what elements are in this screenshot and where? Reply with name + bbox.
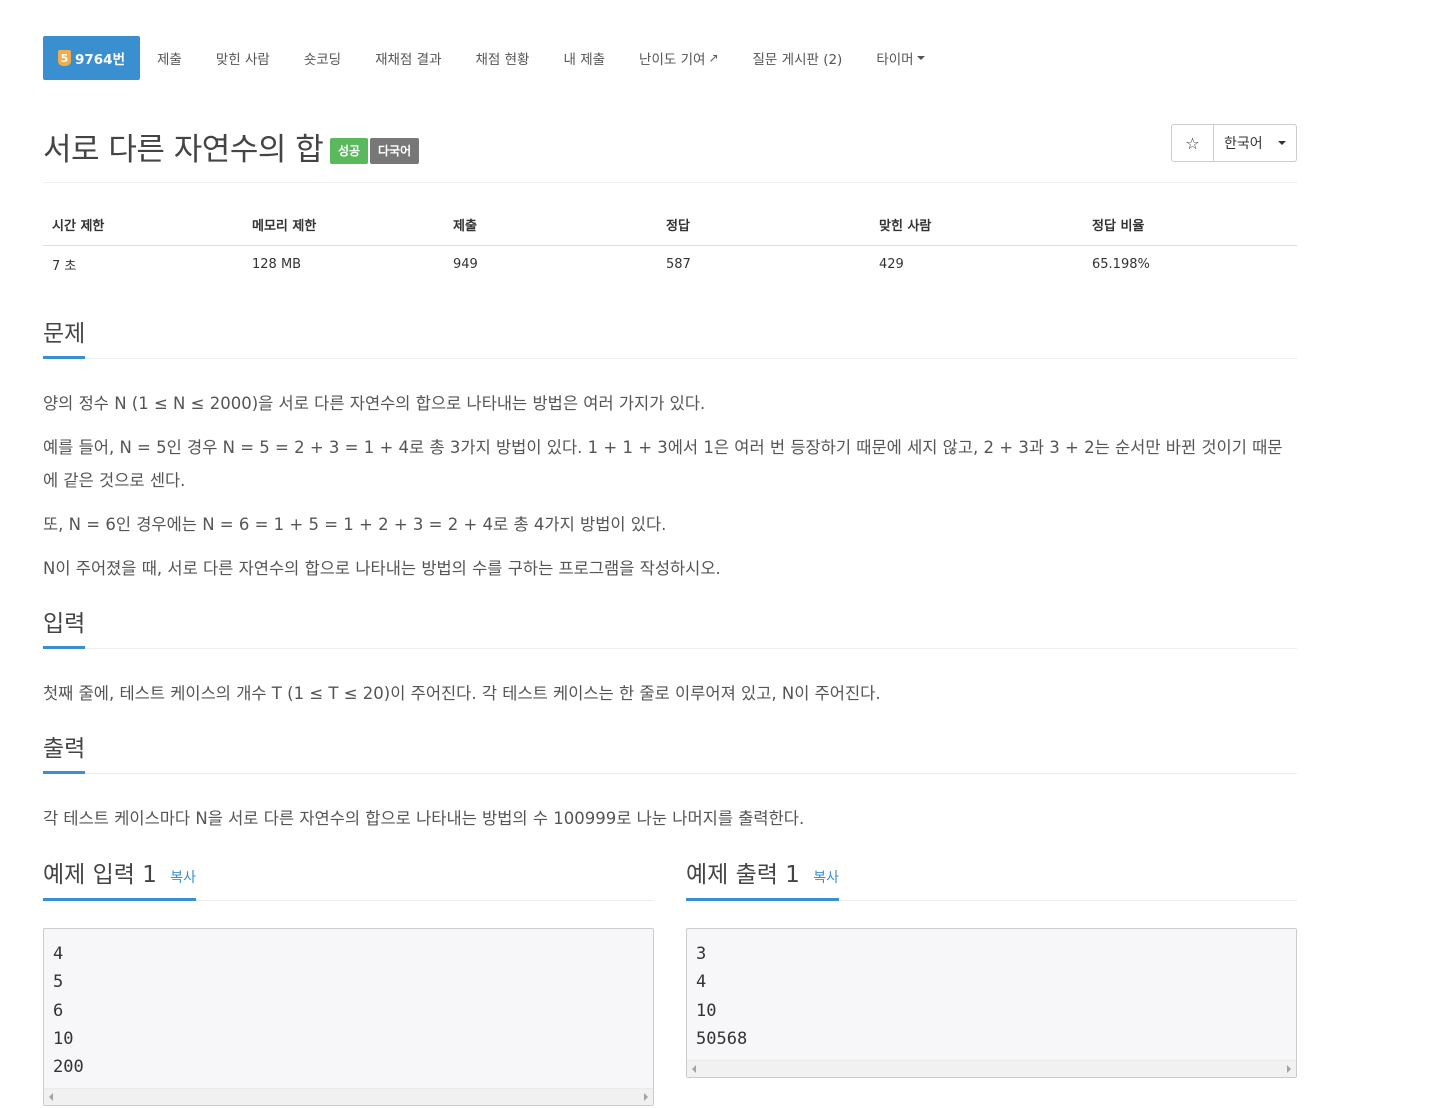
input-heading: 입력 <box>43 609 86 649</box>
header-memory-limit: 메모리 제한 <box>243 204 444 246</box>
problem-paragraph-4: N이 주어졌을 때, 서로 다른 자연수의 합으로 나타내는 방법의 수를 구하… <box>43 559 721 578</box>
problem-paragraph-1: 양의 정수 N (1 ≤ N ≤ 2000)을 서로 다른 자연수의 합으로 나… <box>43 394 706 413</box>
sample-output-box[interactable]: 3 4 10 50568 <box>686 928 1297 1078</box>
scroll-right-arrow-icon[interactable] <box>644 1093 648 1101</box>
sample-input-box[interactable]: 4 5 6 10 200 <box>43 928 654 1106</box>
tab-rejudge-results[interactable]: 재채점 결과 <box>358 36 458 80</box>
value-solved-users: 429 <box>879 257 904 273</box>
tab-timer-label: 타이머 <box>876 52 914 68</box>
value-submissions: 949 <box>453 257 478 273</box>
sample-output-line: 50568 <box>696 1028 748 1049</box>
input-description: 첫째 줄에, 테스트 케이스의 개수 T (1 ≤ T ≤ 20)이 주어진다.… <box>43 684 881 703</box>
problem-menu-nav: 5 9764번 제출 맞힌 사람 숏코딩 재채점 결과 채점 현황 내 제출 난… <box>43 36 1297 80</box>
problem-title: 서로 다른 자연수의 합 <box>43 132 324 168</box>
horizontal-scrollbar[interactable] <box>687 1060 1296 1077</box>
status-badge-multilang: 다국어 <box>370 138 420 164</box>
favorite-star-button[interactable]: ☆ <box>1172 125 1214 161</box>
value-memory-limit: 128 MB <box>252 257 302 273</box>
problem-heading: 문제 <box>43 319 86 359</box>
scroll-left-arrow-icon[interactable] <box>692 1065 696 1073</box>
external-link-icon: ↗ <box>708 51 719 65</box>
sample-input-line: 6 <box>53 1000 64 1021</box>
tab-short-coding[interactable]: 숏코딩 <box>287 36 358 80</box>
tab-difficulty-label: 난이도 기여 <box>639 52 706 68</box>
value-accept-ratio: 65.198% <box>1092 257 1150 273</box>
sample-output-title: 예제 출력 1 <box>686 862 800 888</box>
tab-submit[interactable]: 제출 <box>140 36 199 80</box>
caret-down-icon <box>1277 141 1286 145</box>
problem-info-table: 시간 제한 메모리 제한 제출 정답 맞힌 사람 정답 비율 7 초 128 M… <box>43 204 1297 284</box>
scroll-right-arrow-icon[interactable] <box>1287 1065 1291 1073</box>
sample-input-heading: 예제 입력 1 복사 <box>43 857 196 901</box>
tab-my-submissions[interactable]: 내 제출 <box>546 36 622 80</box>
html5-shield-icon: 5 <box>58 50 71 66</box>
caret-down-icon <box>916 56 925 60</box>
output-description: 각 테스트 케이스마다 N을 서로 다른 자연수의 합으로 나타내는 방법의 수… <box>43 809 805 828</box>
sample-output-heading: 예제 출력 1 복사 <box>686 857 839 901</box>
sample-input-title: 예제 입력 1 <box>43 862 157 888</box>
output-section-header: 출력 <box>43 734 1297 774</box>
tab-problem[interactable]: 5 9764번 <box>43 36 140 80</box>
tab-solved-users[interactable]: 맞힌 사람 <box>199 36 287 80</box>
input-section-header: 입력 <box>43 609 1297 649</box>
problem-title-row: 서로 다른 자연수의 합 성공 다국어 ☆ 한국어 <box>43 118 1297 174</box>
header-time-limit: 시간 제한 <box>43 204 243 246</box>
sample-input-header: 예제 입력 1 복사 <box>43 857 654 901</box>
value-time-limit: 7 초 <box>52 259 77 275</box>
star-icon: ☆ <box>1185 133 1200 153</box>
sample-output-line: 10 <box>696 1000 717 1021</box>
language-label: 한국어 <box>1224 136 1263 152</box>
sample-input-line: 10 <box>53 1028 74 1049</box>
problem-paragraph-3: 또, N = 6인 경우에는 N = 6 = 1 + 5 = 1 + 2 + 3… <box>43 515 667 534</box>
sample-output-line: 4 <box>696 972 707 993</box>
title-divider <box>43 182 1297 183</box>
header-submissions: 제출 <box>444 204 657 246</box>
value-accepted: 587 <box>666 257 691 273</box>
copy-sample-input-link[interactable]: 복사 <box>170 870 196 886</box>
sample-output-line: 3 <box>696 944 707 964</box>
sample-input-line: 5 <box>53 972 64 993</box>
scroll-left-arrow-icon[interactable] <box>49 1093 53 1101</box>
header-accepted: 정답 <box>657 204 870 246</box>
copy-sample-output-link[interactable]: 복사 <box>813 870 839 886</box>
header-solved-users: 맞힌 사람 <box>870 204 1083 246</box>
language-dropdown[interactable]: 한국어 <box>1214 125 1296 161</box>
problem-paragraph-2: 예를 들어, N = 5인 경우 N = 5 = 2 + 3 = 1 + 4로 … <box>43 438 1283 490</box>
horizontal-scrollbar[interactable] <box>44 1088 653 1105</box>
table-row: 7 초 128 MB 949 587 429 65.198% <box>43 245 1297 284</box>
table-header-row: 시간 제한 메모리 제한 제출 정답 맞힌 사람 정답 비율 <box>43 204 1297 246</box>
tab-judge-status[interactable]: 채점 현황 <box>459 36 547 80</box>
sample-input-line: 4 <box>53 944 64 964</box>
status-badge-success: 성공 <box>330 138 369 164</box>
title-toolbar: ☆ 한국어 <box>1171 124 1297 162</box>
tab-timer-dropdown[interactable]: 타이머 <box>859 36 941 80</box>
tab-question-board[interactable]: 질문 게시판 (2) <box>736 36 860 80</box>
header-accept-ratio: 정답 비율 <box>1083 204 1297 246</box>
output-heading: 출력 <box>43 734 86 774</box>
tab-difficulty-contribution[interactable]: 난이도 기여 ↗ <box>622 36 735 80</box>
problem-number-label: 9764번 <box>75 52 125 68</box>
problem-section-header: 문제 <box>43 319 1297 359</box>
sample-input-line: 200 <box>53 1057 84 1078</box>
sample-output-header: 예제 출력 1 복사 <box>686 857 1297 901</box>
